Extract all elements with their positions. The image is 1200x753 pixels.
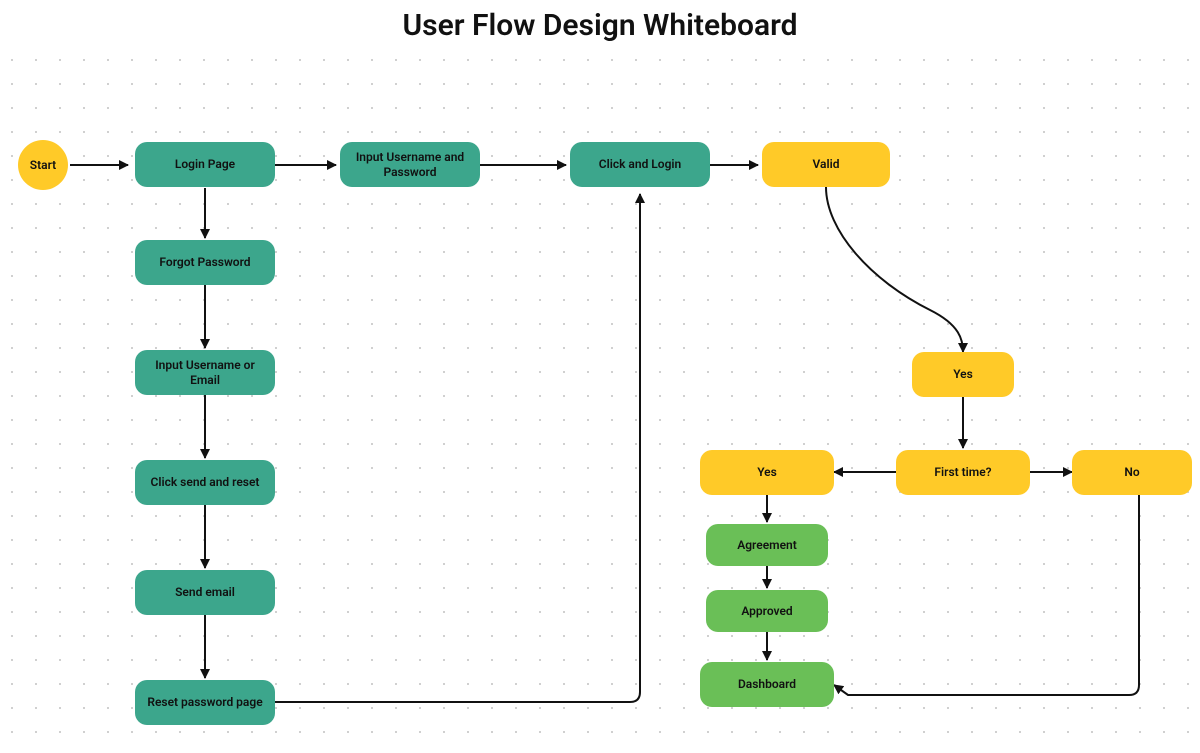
- node-yes-left-label: Yes: [757, 465, 777, 479]
- node-yes-left[interactable]: Yes: [700, 450, 834, 495]
- node-valid-label: Valid: [813, 157, 840, 171]
- node-yes-top[interactable]: Yes: [912, 352, 1014, 397]
- node-start-label: Start: [30, 158, 56, 172]
- node-click-send-reset[interactable]: Click send and reset: [135, 460, 275, 505]
- node-first-time[interactable]: First time?: [896, 450, 1030, 495]
- node-no-right[interactable]: No: [1072, 450, 1192, 495]
- node-send-email[interactable]: Send email: [135, 570, 275, 615]
- node-start[interactable]: Start: [18, 140, 68, 190]
- node-yes-top-label: Yes: [953, 367, 973, 381]
- node-first-time-label: First time?: [934, 465, 991, 479]
- node-login-page-label: Login Page: [175, 157, 235, 171]
- node-forgot-password-label: Forgot Password: [159, 255, 250, 269]
- node-approved-label: Approved: [741, 604, 792, 618]
- node-input-user-email-label: Input Username or Email: [143, 358, 267, 387]
- node-click-login-label: Click and Login: [599, 157, 681, 171]
- node-input-user-email[interactable]: Input Username or Email: [135, 350, 275, 395]
- edge-no-to-dashboard: [834, 495, 1139, 695]
- node-agreement[interactable]: Agreement: [706, 524, 828, 566]
- node-dashboard-label: Dashboard: [738, 677, 796, 691]
- edge-resetpage-to-clicklogin: [275, 194, 640, 702]
- edge-valid-to-yes: [826, 187, 963, 352]
- page-title: User Flow Design Whiteboard: [0, 8, 1200, 43]
- node-valid[interactable]: Valid: [762, 142, 890, 187]
- node-send-email-label: Send email: [175, 585, 235, 599]
- node-click-login[interactable]: Click and Login: [570, 142, 710, 187]
- node-agreement-label: Agreement: [737, 538, 797, 552]
- whiteboard-canvas[interactable]: User Flow Design Whiteboard: [0, 0, 1200, 753]
- node-approved[interactable]: Approved: [706, 590, 828, 632]
- node-input-user-pass-label: Input Username and Password: [348, 150, 472, 179]
- node-forgot-password[interactable]: Forgot Password: [135, 240, 275, 285]
- node-reset-password-page[interactable]: Reset password page: [135, 680, 275, 725]
- node-dashboard[interactable]: Dashboard: [700, 662, 834, 707]
- node-reset-password-page-label: Reset password page: [147, 695, 262, 709]
- node-input-user-pass[interactable]: Input Username and Password: [340, 142, 480, 187]
- node-no-right-label: No: [1124, 465, 1139, 479]
- node-login-page[interactable]: Login Page: [135, 142, 275, 187]
- node-click-send-reset-label: Click send and reset: [151, 475, 260, 489]
